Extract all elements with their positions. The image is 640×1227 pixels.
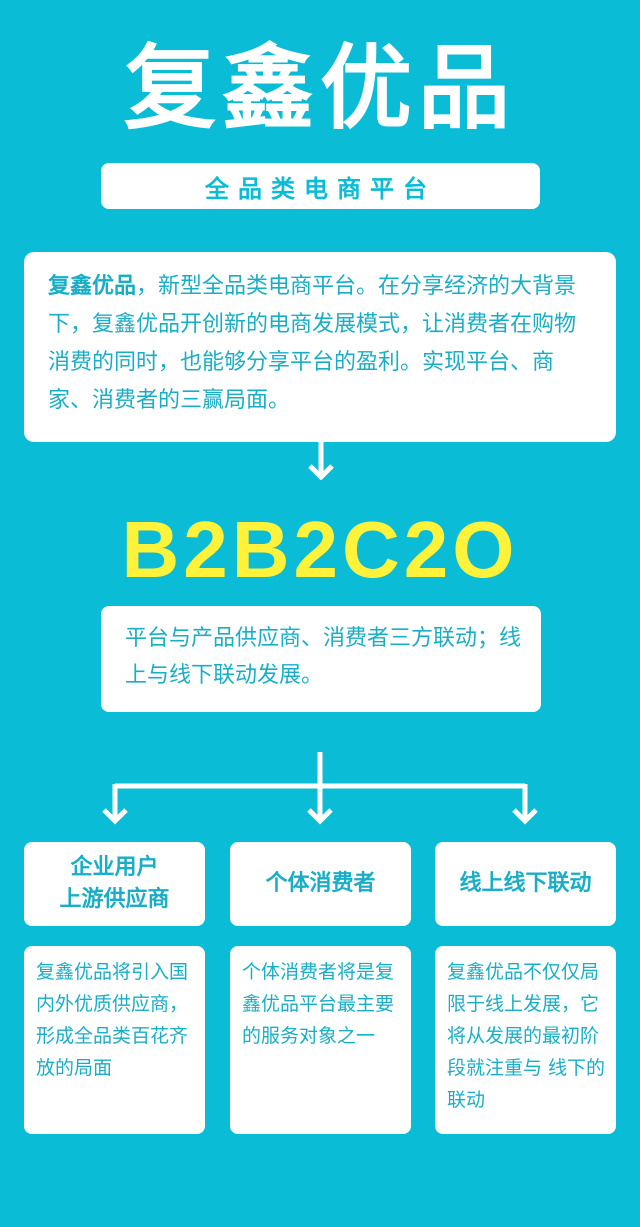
page-title: 复鑫优品 (123, 35, 516, 142)
subtitle-text: 全品类电商平台 (205, 174, 436, 203)
column-body-text: 复鑫优品将引入国内外优质供应商，形成全品类百花齐放的局面 (36, 961, 189, 1079)
subtitle-banner: 全品类电商平台 (101, 163, 540, 209)
model-name: B2B2C2O (121, 505, 519, 594)
intro-brand: 复鑫优品 (48, 274, 137, 299)
column-body-consumer: 个体消费者将是复鑫优品平台最主要的服务对象之一 (230, 946, 411, 1134)
column-body-o2o: 复鑫优品不仅仅局限于线上发展，它将从发展的最初阶段就注重与 线下的联动 (435, 946, 616, 1134)
column-heading-text: 企业用户 上游供应商 (59, 852, 169, 916)
branch-arrows-icon (102, 752, 538, 825)
column-heading-o2o: 线上线下联动 (435, 842, 616, 926)
column-heading-enterprise: 企业用户 上游供应商 (24, 842, 205, 926)
intro-card: 复鑫优品，新型全品类电商平台。在分享经济的大背景下，复鑫优品开创新的电商发展模式… (24, 252, 616, 442)
column-heading-consumer: 个体消费者 (230, 842, 411, 926)
column-body-enterprise: 复鑫优品将引入国内外优质供应商，形成全品类百花齐放的局面 (24, 946, 205, 1134)
column-heading-text: 线上线下联动 (459, 871, 592, 896)
heading-line-2: 上游供应商 (59, 887, 170, 912)
column-body-text: 复鑫优品不仅仅局限于线上发展，它将从发展的最初阶段就注重与 线下的联动 (447, 961, 606, 1111)
column-heading-text: 个体消费者 (265, 871, 376, 896)
intro-paragraph: 复鑫优品，新型全品类电商平台。在分享经济的大背景下，复鑫优品开创新的电商发展模式… (48, 268, 596, 420)
model-description-card: 平台与产品供应商、消费者三方联动；线上与线下联动发展。 (101, 606, 541, 712)
down-arrow-icon (308, 442, 334, 480)
heading-line-1: 企业用户 (70, 855, 159, 880)
model-description: 平台与产品供应商、消费者三方联动；线上与线下联动发展。 (125, 626, 522, 688)
column-body-text: 个体消费者将是复鑫优品平台最主要的服务对象之一 (242, 961, 395, 1047)
